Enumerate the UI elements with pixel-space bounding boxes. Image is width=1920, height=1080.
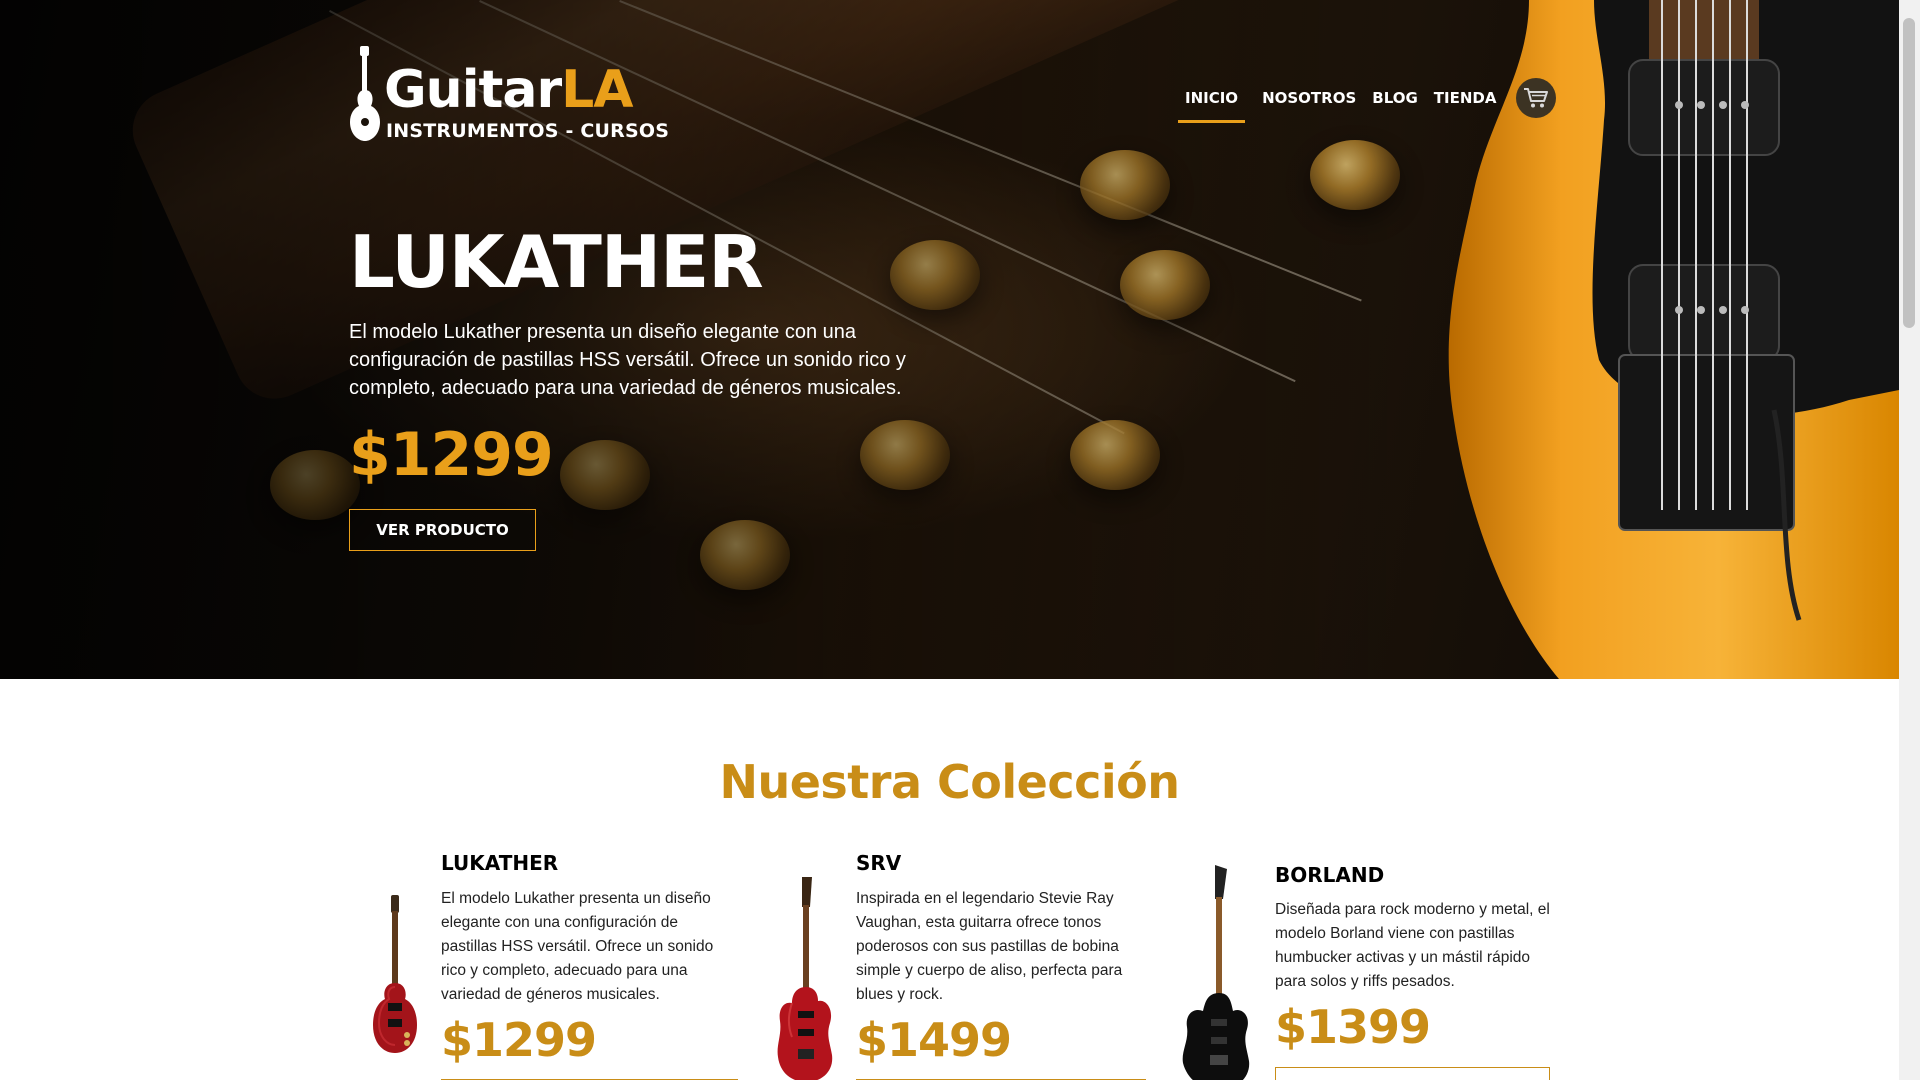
product-price: $1499 xyxy=(856,1013,1012,1067)
red-les-paul-guitar-icon xyxy=(373,895,417,1053)
product-name: SRV xyxy=(856,851,902,875)
nav-item-inicio[interactable]: INICIO xyxy=(1177,83,1246,123)
collection-title: Nuestra Colección xyxy=(719,755,1180,809)
ver-producto-button[interactable]: VER PRODUCTO xyxy=(349,509,536,551)
nav-item-blog[interactable]: BLOG xyxy=(1372,83,1418,113)
red-stratocaster-guitar-icon xyxy=(777,877,833,1080)
cart-button[interactable] xyxy=(1516,78,1557,118)
product-card: LUKATHER El modelo Lukather presenta un … xyxy=(365,845,745,1080)
product-name: BORLAND xyxy=(1275,863,1385,887)
product-description: Diseñada para rock moderno y metal, el m… xyxy=(1275,901,1550,990)
add-to-cart-button[interactable] xyxy=(1275,1067,1550,1080)
scrollbar-thumb[interactable] xyxy=(1903,18,1915,328)
brand-tagline: INSTRUMENTOS - CURSOS xyxy=(386,120,670,142)
hero-price: $1299 xyxy=(349,420,554,490)
black-superstrat-guitar-icon xyxy=(1182,865,1250,1080)
brand-name-part1: Guitar xyxy=(384,60,562,120)
hero-description: El modelo Lukather presenta un diseño el… xyxy=(349,321,906,399)
product-price: $1299 xyxy=(441,1013,597,1067)
cart-icon xyxy=(1524,88,1549,108)
main-navigation: INICIO NOSOTROS BLOG TIENDA xyxy=(1170,78,1557,123)
product-description: El modelo Lukather presenta un diseño el… xyxy=(441,890,714,1003)
product-description: Inspirada en el legendario Stevie Ray Va… xyxy=(856,890,1123,1003)
product-card: SRV Inspirada en el legendario Stevie Ra… xyxy=(770,845,1150,1080)
hero-title: LUKATHER xyxy=(349,220,764,304)
product-price: $1399 xyxy=(1275,1000,1431,1054)
brand-name-part2: LA xyxy=(561,60,633,120)
product-card: BORLAND Diseñada para rock moderno y met… xyxy=(1175,855,1565,1080)
product-name: LUKATHER xyxy=(441,851,559,875)
guitar-silhouette-icon xyxy=(350,46,380,141)
nav-item-nosotros[interactable]: NOSOTROS xyxy=(1262,83,1356,113)
nav-item-tienda[interactable]: TIENDA xyxy=(1434,83,1497,113)
hero-banner: GuitarLA INSTRUMENTOS - CURSOS INICIO NO… xyxy=(0,0,1899,679)
page-scrollbar[interactable] xyxy=(1899,0,1920,1080)
site-logo[interactable]: GuitarLA INSTRUMENTOS - CURSOS xyxy=(348,46,669,146)
brand-name: GuitarLA xyxy=(384,60,634,120)
